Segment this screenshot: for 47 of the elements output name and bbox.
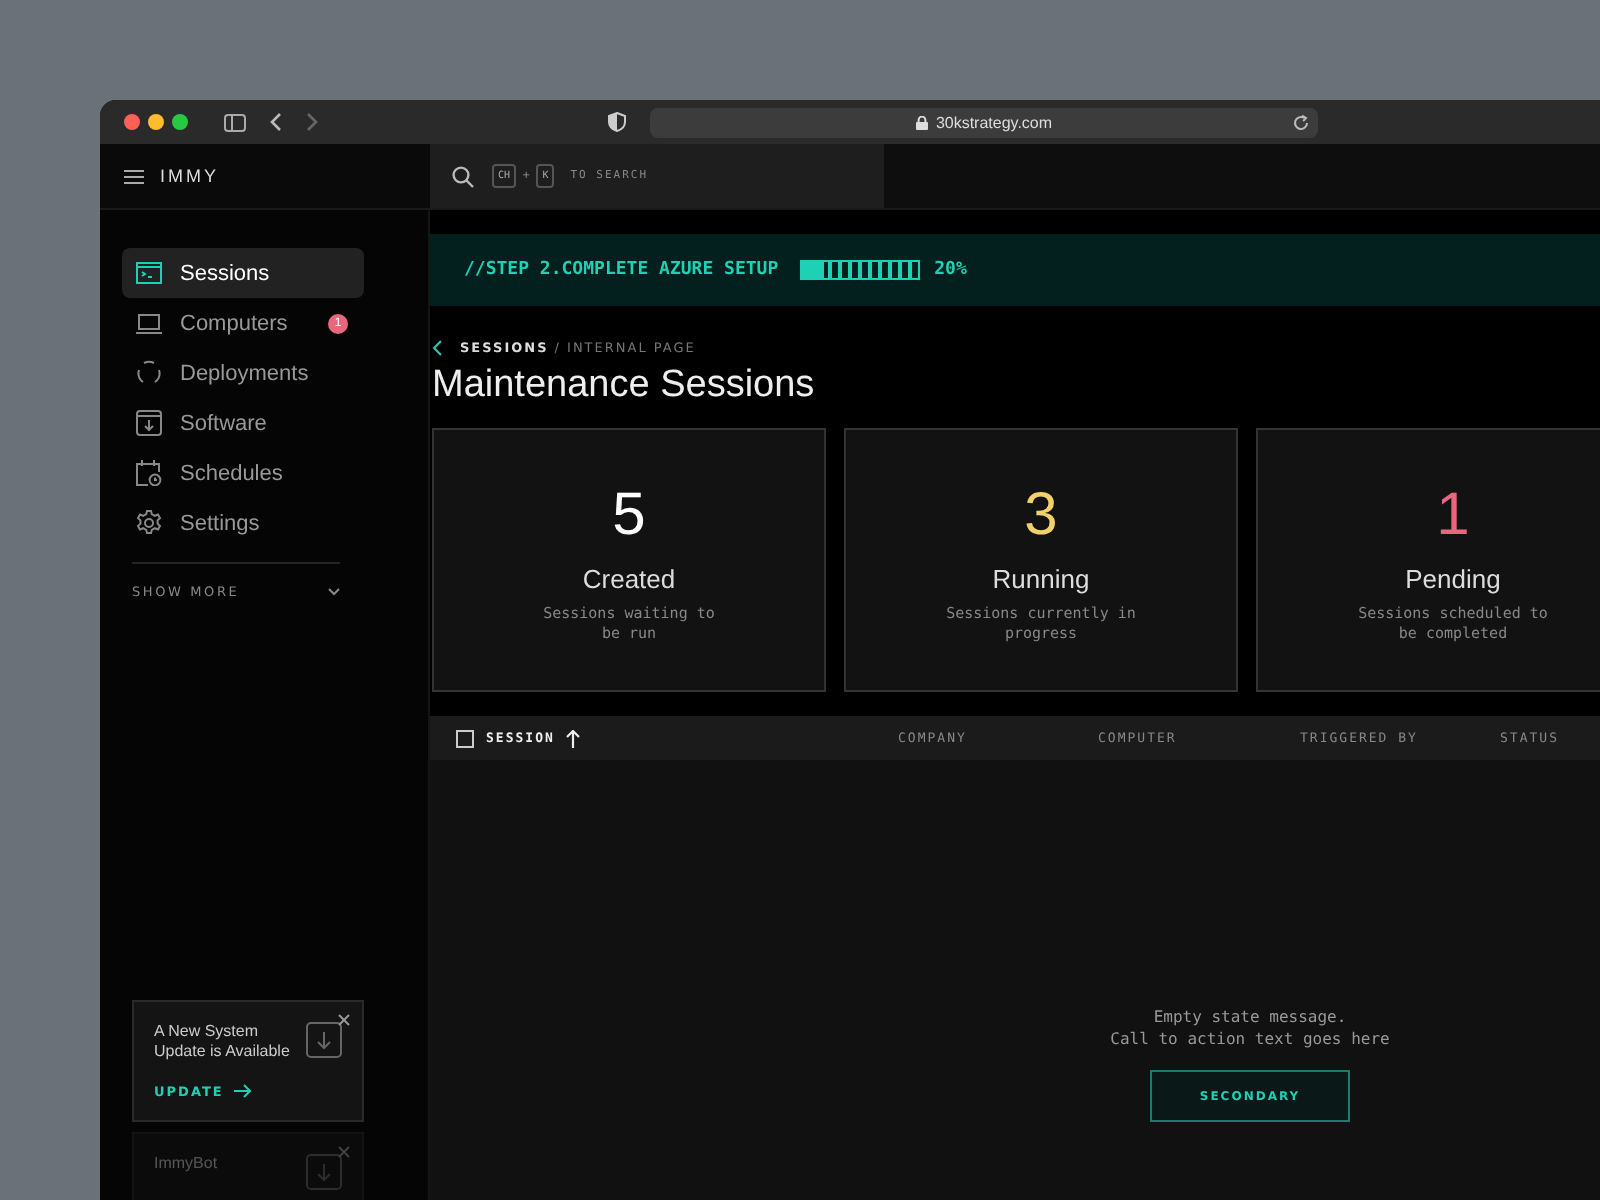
- maximize-window-icon[interactable]: [172, 114, 188, 130]
- notice-title: A New System Update is Available: [154, 1022, 292, 1064]
- stat-label: Created: [582, 564, 676, 594]
- cycle-icon: [136, 360, 162, 386]
- empty-state-hint: Call to action text goes here: [1110, 1028, 1390, 1051]
- shield-icon[interactable]: [608, 112, 626, 132]
- back-icon[interactable]: [432, 340, 442, 356]
- sidebar-toggle-icon[interactable]: [224, 113, 246, 131]
- back-icon[interactable]: [270, 112, 282, 132]
- address-bar[interactable]: 30kstrategy.com: [650, 107, 1318, 137]
- download-box-icon: [306, 1153, 342, 1190]
- terminal-icon: [136, 260, 162, 286]
- chevron-down-icon: [328, 588, 340, 596]
- stat-value: 3: [1024, 486, 1058, 546]
- arrow-right-icon: [233, 1084, 252, 1099]
- sidebar-item[interactable]: Sessions: [122, 248, 364, 298]
- download-box-icon: [136, 410, 162, 436]
- search-icon: [452, 165, 474, 187]
- sidebar-item[interactable]: Software: [122, 398, 364, 448]
- lock-icon: [915, 115, 928, 129]
- sidebar-item[interactable]: Schedules: [122, 448, 364, 498]
- download-box-icon: [306, 1022, 342, 1058]
- sidebar-item[interactable]: Deployments: [122, 348, 364, 398]
- stat-label: Running: [992, 564, 1090, 594]
- sort-arrow-icon[interactable]: [566, 729, 581, 747]
- stat-value: 5: [612, 486, 646, 546]
- empty-state-message: Empty state message.: [1153, 1006, 1347, 1029]
- url-text: 30kstrategy.com: [935, 113, 1053, 131]
- forward-icon[interactable]: [306, 112, 318, 132]
- stat-label: Pending: [1405, 564, 1501, 594]
- page-title: Maintenance Sessions: [432, 364, 817, 408]
- gear-icon: [136, 510, 162, 536]
- laptop-icon: [136, 310, 162, 336]
- progress-percent: 20%: [934, 260, 967, 280]
- segmented-progress-bar: [800, 260, 921, 280]
- notice-title: ImmyBot: [154, 1153, 220, 1175]
- select-all-checkbox[interactable]: [456, 729, 474, 747]
- sidebar-item[interactable]: Settings: [122, 498, 364, 548]
- close-window-icon[interactable]: [124, 114, 140, 130]
- minimize-window-icon[interactable]: [148, 114, 164, 130]
- calendar-clock-icon: [136, 460, 162, 486]
- menu-icon[interactable]: [124, 169, 144, 183]
- setup-step-text: //STEP 2.COMPLETE AZURE SETUP: [464, 260, 779, 280]
- stat-value: 1: [1436, 486, 1470, 546]
- reload-icon[interactable]: [1292, 113, 1310, 131]
- app-logo: IMMY: [160, 166, 219, 186]
- close-icon[interactable]: [338, 1014, 350, 1026]
